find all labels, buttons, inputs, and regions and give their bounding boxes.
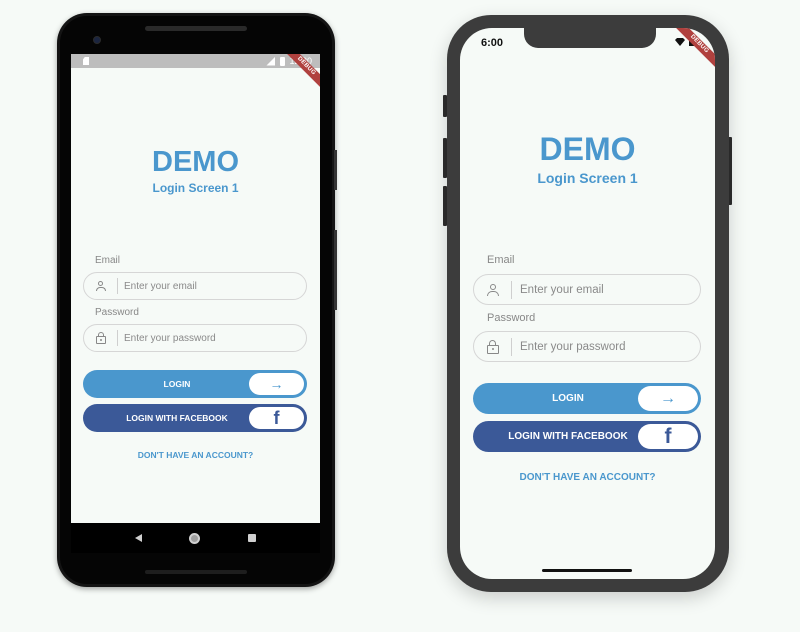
app-subtitle: Login Screen 1 — [537, 170, 638, 186]
user-icon — [486, 283, 499, 296]
android-volume-button — [334, 230, 337, 310]
iphone-status-time: 6:00 — [481, 37, 504, 49]
android-front-camera — [93, 36, 101, 44]
facebook-icon: f — [273, 407, 280, 428]
arrow-right-icon: → — [269, 376, 284, 392]
facebook-icon-pill: f — [249, 407, 304, 429]
field-divider — [511, 280, 512, 299]
home-indicator[interactable] — [542, 569, 632, 572]
login-button-label: LOGIN — [552, 393, 584, 404]
android-top-speaker — [145, 26, 247, 31]
signup-link[interactable]: DON'T HAVE AN ACCOUNT? — [460, 472, 715, 483]
facebook-login-button[interactable]: LOGIN WITH FACEBOOK f — [473, 421, 701, 452]
battery-icon — [280, 56, 286, 66]
login-arrow-pill: → — [249, 373, 304, 395]
facebook-icon: f — [664, 424, 672, 448]
login-arrow-pill: → — [638, 386, 698, 411]
field-divider — [117, 330, 118, 346]
lock-icon — [95, 332, 106, 344]
app-title: DEMO — [539, 131, 636, 167]
sim-card-icon — [83, 57, 89, 65]
app-title: DEMO — [152, 146, 239, 178]
facebook-login-button[interactable]: LOGIN WITH FACEBOOK f — [83, 404, 307, 432]
user-icon — [95, 281, 106, 291]
login-button-label: LOGIN — [163, 379, 191, 389]
password-label: Password — [95, 307, 139, 318]
email-field[interactable] — [473, 274, 701, 305]
home-icon[interactable] — [189, 532, 201, 544]
recent-apps-icon[interactable] — [248, 534, 257, 542]
android-bottom-speaker — [145, 570, 247, 574]
back-icon[interactable] — [134, 534, 142, 542]
login-button[interactable]: LOGIN → — [83, 370, 307, 398]
login-button[interactable]: LOGIN → — [473, 383, 701, 414]
android-status-bar: 12:30 — [71, 54, 320, 68]
field-divider — [117, 278, 118, 294]
email-label: Email — [95, 255, 121, 266]
facebook-icon-pill: f — [638, 424, 698, 449]
facebook-button-label: LOGIN WITH FACEBOOK — [508, 431, 628, 442]
password-label: Password — [487, 312, 536, 324]
field-divider — [511, 337, 512, 356]
facebook-button-label: LOGIN WITH FACEBOOK — [126, 413, 228, 423]
email-input[interactable] — [520, 283, 700, 296]
password-field[interactable] — [83, 324, 307, 352]
password-field[interactable] — [473, 331, 701, 362]
signal-icon — [266, 56, 276, 66]
email-label: Email — [487, 254, 515, 266]
iphone-notch — [524, 28, 656, 48]
app-subtitle: Login Screen 1 — [152, 181, 239, 195]
email-field[interactable] — [83, 272, 307, 300]
android-screen: 12:30 DEBUG DEMO Login Screen 1 Email Pa… — [71, 54, 320, 523]
signup-link[interactable]: DON'T HAVE AN ACCOUNT? — [71, 450, 320, 460]
arrow-right-icon: → — [660, 389, 676, 407]
iphone-screen: 6:00 DEBUG DEMO Login Screen 1 Email Pas… — [460, 28, 715, 579]
email-input[interactable] — [124, 280, 306, 292]
password-input[interactable] — [520, 340, 700, 353]
wifi-icon — [675, 38, 685, 46]
android-power-button — [334, 150, 337, 190]
lock-icon — [486, 339, 499, 354]
password-input[interactable] — [124, 332, 306, 344]
android-nav-bar — [71, 523, 320, 553]
